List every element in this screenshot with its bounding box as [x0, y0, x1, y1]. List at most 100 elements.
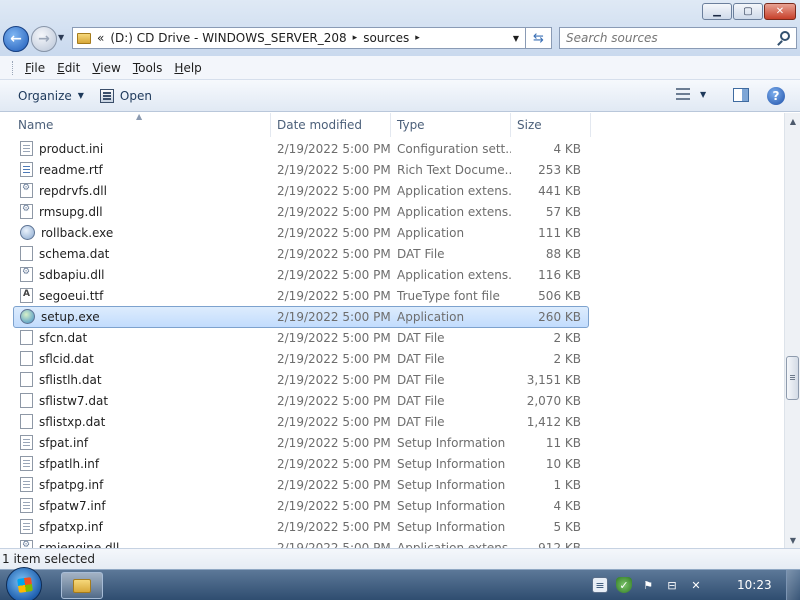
file-row[interactable]: sfpatxp.inf 2/19/2022 5:00 PM Setup Inform…: [0, 516, 784, 537]
document-icon[interactable]: ≡: [592, 577, 608, 593]
address-separator-icon[interactable]: ▸: [415, 33, 420, 43]
refresh-button[interactable]: ⇆: [526, 27, 552, 49]
search-input[interactable]: [566, 31, 766, 45]
file-row[interactable]: schema.dat 2/19/2022 5:00 PM DAT File 88 KB: [0, 243, 784, 264]
address-dropdown-icon[interactable]: ▼: [513, 34, 519, 43]
dll-file-icon: [20, 204, 33, 219]
file-row[interactable]: repdrvfs.dll 2/19/2022 5:00 PM Application…: [0, 180, 784, 201]
file-row[interactable]: sflistlh.dat 2/19/2022 5:00 PM DAT File 3,1…: [0, 369, 784, 390]
security-shield-icon[interactable]: ✓: [616, 577, 632, 593]
file-name-cell: sflistlh.dat: [0, 372, 271, 387]
network-icon[interactable]: ⊟: [664, 577, 680, 593]
file-row[interactable]: sdbapiu.dll 2/19/2022 5:00 PM Application …: [0, 264, 784, 285]
recent-pages-dropdown-icon[interactable]: ▼: [58, 33, 64, 42]
file-name: rmsupg.dll: [39, 204, 103, 219]
address-chevrons[interactable]: «: [97, 31, 104, 45]
status-text: 1 item selected: [2, 552, 96, 566]
file-row[interactable]: setup.exe 2/19/2022 5:00 PM Application 260…: [0, 306, 784, 328]
minimize-button[interactable]: ▁: [702, 3, 732, 20]
file-row[interactable]: segoeui.ttf 2/19/2022 5:00 PM TrueType fon…: [0, 285, 784, 306]
file-row[interactable]: sfcn.dat 2/19/2022 5:00 PM DAT File 2 KB: [0, 327, 784, 348]
close-button[interactable]: ✕: [764, 3, 796, 20]
file-date: 2/19/2022 5:00 PM: [277, 498, 391, 513]
file-name: sflistxp.dat: [39, 414, 106, 429]
scrollbar-thumb[interactable]: [786, 356, 799, 400]
exe-file-icon: [20, 225, 35, 240]
file-size: 4 KB: [553, 141, 581, 156]
menu-view[interactable]: View: [86, 61, 126, 75]
file-size: 2 KB: [553, 330, 581, 345]
file-name-cell: readme.rtf: [0, 162, 271, 177]
menu-help[interactable]: Help: [168, 61, 207, 75]
organize-button[interactable]: Organize ▼: [10, 83, 92, 109]
file-name: sfpat.inf: [39, 435, 89, 450]
start-button[interactable]: [6, 567, 42, 600]
change-view-button[interactable]: ▼: [676, 88, 706, 100]
menu-edit[interactable]: Edit: [51, 61, 86, 75]
file-name: rollback.exe: [41, 225, 114, 240]
menu-tools[interactable]: Tools: [127, 61, 169, 75]
file-row[interactable]: rollback.exe 2/19/2022 5:00 PM Application…: [0, 222, 784, 243]
file-date: 2/19/2022 5:00 PM: [277, 183, 391, 198]
file-size: 10 KB: [545, 456, 581, 471]
file-name-cell: sfpatxp.inf: [0, 519, 271, 534]
file-row[interactable]: sflistw7.dat 2/19/2022 5:00 PM DAT File 2,0…: [0, 390, 784, 411]
column-header-date[interactable]: Date modified: [271, 113, 391, 137]
open-icon: [99, 88, 114, 103]
action-center-flag-icon[interactable]: ⚑: [640, 577, 656, 593]
scroll-up-icon[interactable]: ▲: [785, 113, 800, 129]
search-box[interactable]: [559, 27, 797, 49]
help-button[interactable]: ?: [767, 87, 785, 105]
scroll-down-icon[interactable]: ▼: [785, 532, 800, 548]
column-header-type[interactable]: Type: [391, 113, 511, 137]
file-name: sfpatlh.inf: [39, 456, 100, 471]
file-row[interactable]: smiengine.dll 2/19/2022 5:00 PM Applicatio…: [0, 537, 784, 548]
file-type: TrueType font file: [397, 288, 500, 303]
address-separator-icon[interactable]: ▸: [353, 33, 358, 43]
menu-bar: File Edit View Tools Help: [0, 56, 800, 80]
open-button[interactable]: Open: [92, 83, 160, 109]
file-row[interactable]: sfpatlh.inf 2/19/2022 5:00 PM Setup Inform…: [0, 453, 784, 474]
views-icon: [676, 88, 690, 100]
volume-muted-icon[interactable]: ✕: [688, 577, 704, 593]
vertical-scrollbar[interactable]: ▲ ▼: [784, 113, 800, 548]
search-icon[interactable]: [780, 31, 790, 41]
file-name-cell: sfpatpg.inf: [0, 477, 271, 492]
file-row[interactable]: sfpat.inf 2/19/2022 5:00 PM Setup Informat…: [0, 432, 784, 453]
back-button[interactable]: ←: [3, 26, 29, 52]
inf-file-icon: [20, 435, 33, 450]
maximize-button[interactable]: ▢: [733, 3, 763, 20]
clock[interactable]: 10:23: [737, 578, 772, 592]
file-row[interactable]: readme.rtf 2/19/2022 5:00 PM Rich Text Doc…: [0, 159, 784, 180]
taskbar-explorer-button[interactable]: [61, 572, 103, 599]
file-date: 2/19/2022 5:00 PM: [277, 141, 391, 156]
forward-button[interactable]: →: [31, 26, 57, 52]
file-date: 2/19/2022 5:00 PM: [277, 456, 391, 471]
address-segment-sources[interactable]: sources: [363, 31, 409, 45]
file-name-cell: product.ini: [0, 141, 271, 156]
file-row[interactable]: sflistxp.dat 2/19/2022 5:00 PM DAT File 1,4…: [0, 411, 784, 432]
column-header-size[interactable]: Size: [511, 113, 591, 137]
file-name: segoeui.ttf: [39, 288, 104, 303]
address-field[interactable]: « (D:) CD Drive - WINDOWS_SERVER_208 ▸ s…: [72, 27, 526, 49]
preview-pane-button[interactable]: [733, 88, 749, 102]
file-size: 260 KB: [538, 309, 581, 324]
file-row[interactable]: sfpatw7.inf 2/19/2022 5:00 PM Setup Inform…: [0, 495, 784, 516]
menu-grip: [12, 60, 15, 75]
file-type: Configuration sett...: [397, 141, 511, 156]
file-row[interactable]: rmsupg.dll 2/19/2022 5:00 PM Application e…: [0, 201, 784, 222]
file-row[interactable]: product.ini 2/19/2022 5:00 PM Configuratio…: [0, 138, 784, 159]
file-type: DAT File: [397, 246, 445, 261]
file-name-cell: sflistxp.dat: [0, 414, 271, 429]
show-desktop-button[interactable]: [786, 570, 800, 600]
file-type: DAT File: [397, 351, 445, 366]
file-row[interactable]: sfpatpg.inf 2/19/2022 5:00 PM Setup Inform…: [0, 474, 784, 495]
file-size: 2 KB: [553, 351, 581, 366]
address-segment-drive[interactable]: (D:) CD Drive - WINDOWS_SERVER_208: [110, 31, 346, 45]
file-size: 11 KB: [545, 435, 581, 450]
menu-file[interactable]: File: [19, 61, 51, 75]
file-row[interactable]: sflcid.dat 2/19/2022 5:00 PM DAT File 2 KB: [0, 348, 784, 369]
file-name: sfpatxp.inf: [39, 519, 103, 534]
column-header-name[interactable]: Name: [0, 113, 271, 137]
file-name: smiengine.dll: [39, 540, 120, 549]
